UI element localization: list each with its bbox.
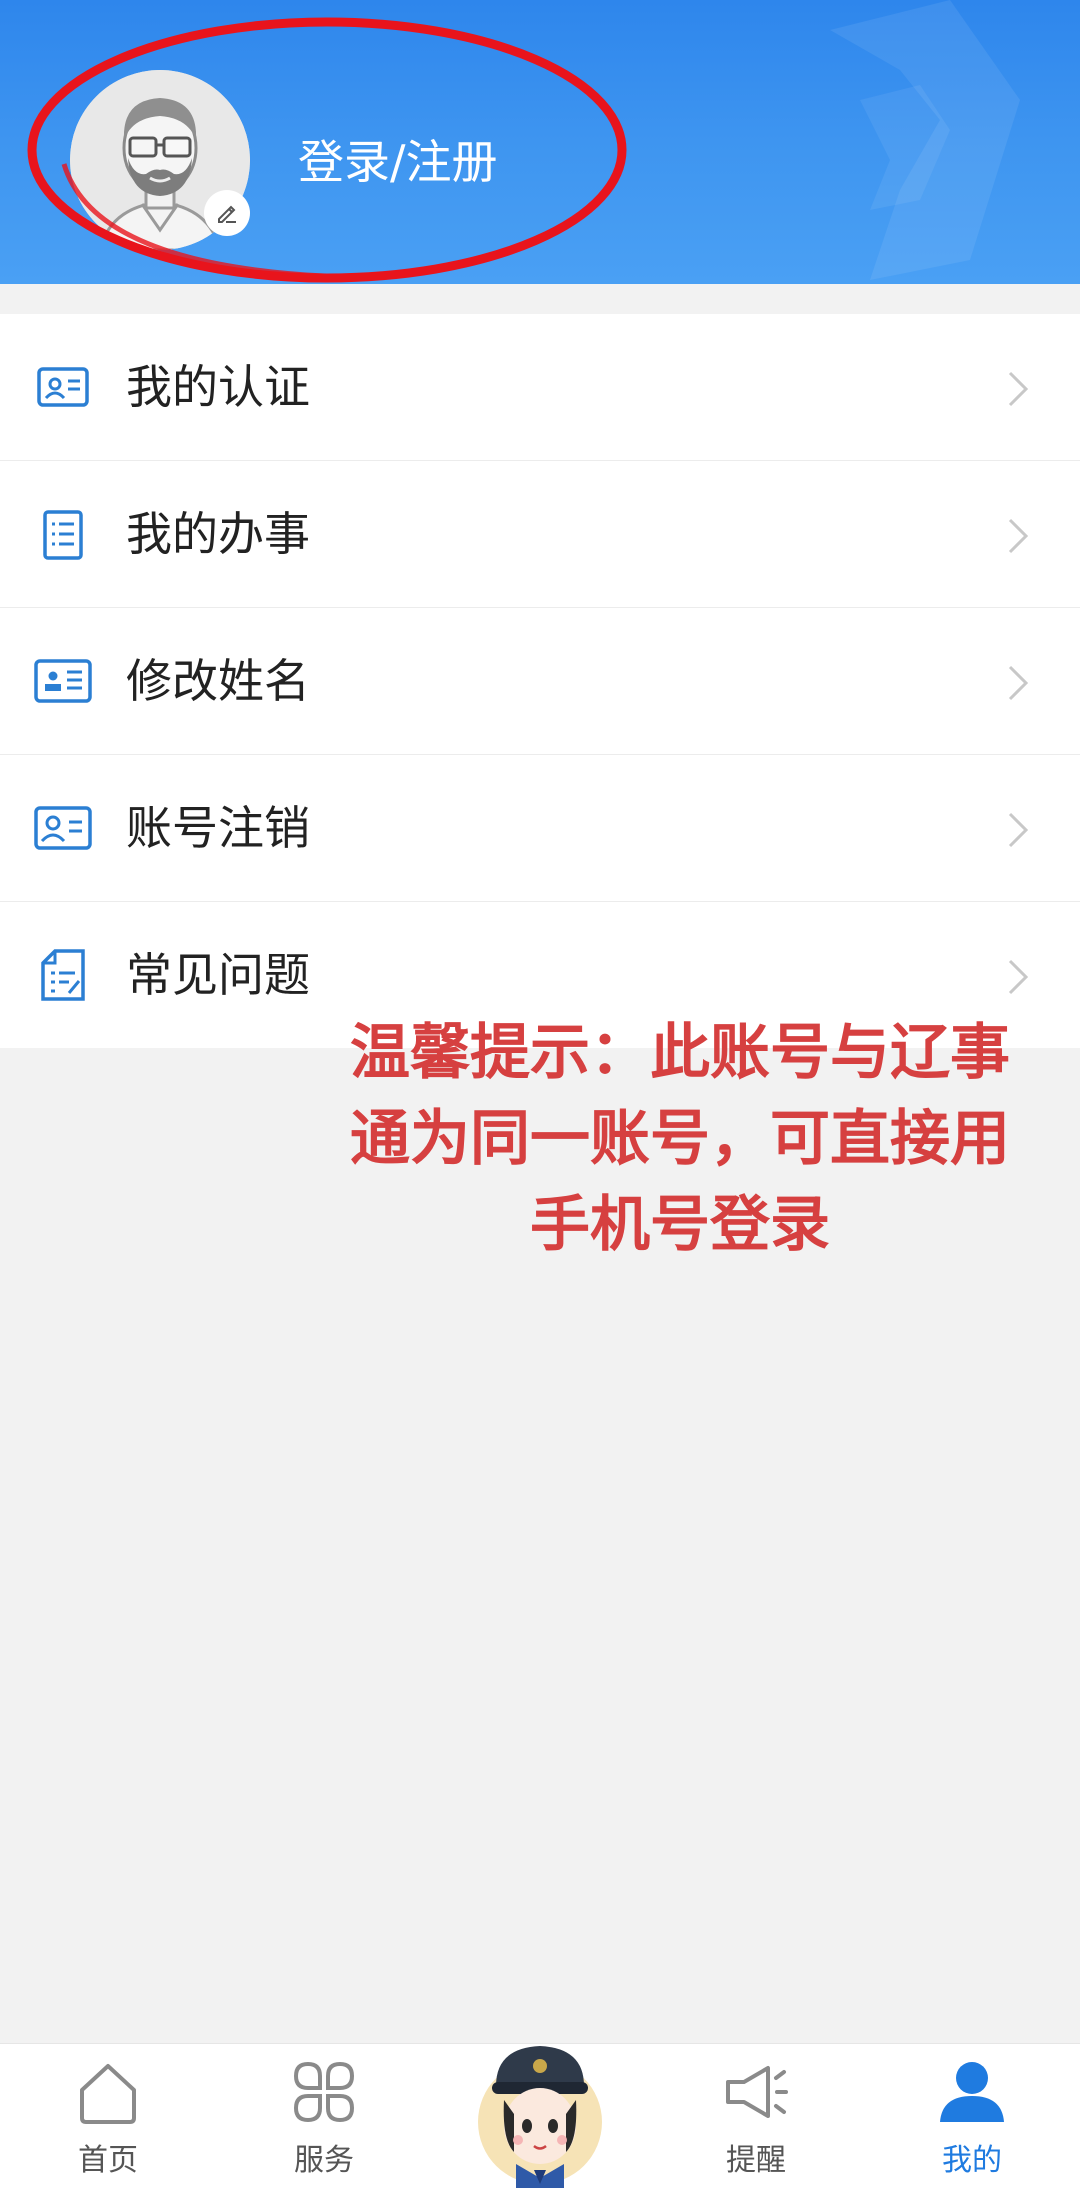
profile-header: 登录/注册: [0, 0, 1080, 284]
name-card-icon: [34, 659, 92, 703]
menu-item-account-cancellation[interactable]: 账号注销: [0, 755, 1080, 902]
nav-item-mine[interactable]: 我的: [864, 2044, 1080, 2189]
nav-item-reminders[interactable]: 提醒: [648, 2044, 864, 2189]
nav-item-home[interactable]: 首页: [0, 2044, 216, 2189]
list-document-icon: [43, 510, 83, 560]
nav-label: 提醒: [726, 2143, 786, 2178]
nav-label: 我的: [942, 2143, 1002, 2178]
menu-item-label: 账号注销: [126, 801, 310, 855]
chevron-right-icon: [1008, 665, 1029, 701]
menu-item-label: 我的办事: [126, 507, 310, 561]
menu-item-change-name[interactable]: 修改姓名: [0, 608, 1080, 755]
menu-item-label: 修改姓名: [126, 654, 310, 708]
pencil-icon: [218, 205, 236, 223]
tip-note-line: 通为同一账号，可直接用: [350, 1104, 1010, 1174]
tip-note-line: 温馨提示：此账号与辽事: [350, 1018, 1010, 1088]
grid-icon: [293, 2061, 355, 2123]
chevron-right-icon: [1008, 518, 1029, 554]
tip-note-line: 手机号登录: [530, 1190, 830, 1260]
police-mascot-icon[interactable]: [474, 2030, 606, 2188]
id-card-icon: [34, 806, 92, 850]
megaphone-icon: [726, 2066, 788, 2118]
nav-label: 服务: [294, 2143, 354, 2178]
login-register-link[interactable]: 登录/注册: [298, 132, 498, 192]
id-card-icon: [37, 367, 89, 407]
logo-watermark-icon: [830, 0, 1020, 280]
bottom-nav: 首页 服务 提醒 我的: [0, 2043, 1080, 2189]
chevron-right-icon: [1008, 812, 1029, 848]
faq-document-icon: [41, 949, 85, 1001]
tip-note: 温馨提示：此账号与辽事 通为同一账号，可直接用 手机号登录: [300, 1010, 1060, 1268]
chevron-right-icon: [1008, 371, 1029, 407]
nav-item-services[interactable]: 服务: [216, 2044, 432, 2189]
home-icon: [80, 2064, 136, 2124]
chevron-right-icon: [1008, 959, 1029, 995]
menu-list: 我的认证 我的办事 修改姓名 账号注销 常见问题: [0, 314, 1080, 1048]
user-icon: [940, 2062, 1004, 2122]
nav-label: 首页: [78, 2143, 138, 2178]
menu-item-label: 常见问题: [126, 948, 310, 1002]
avatar[interactable]: [70, 70, 250, 250]
menu-item-label: 我的认证: [126, 360, 310, 414]
menu-item-my-affairs[interactable]: 我的办事: [0, 461, 1080, 608]
edit-avatar-button[interactable]: [204, 190, 250, 236]
menu-item-certification[interactable]: 我的认证: [0, 314, 1080, 461]
